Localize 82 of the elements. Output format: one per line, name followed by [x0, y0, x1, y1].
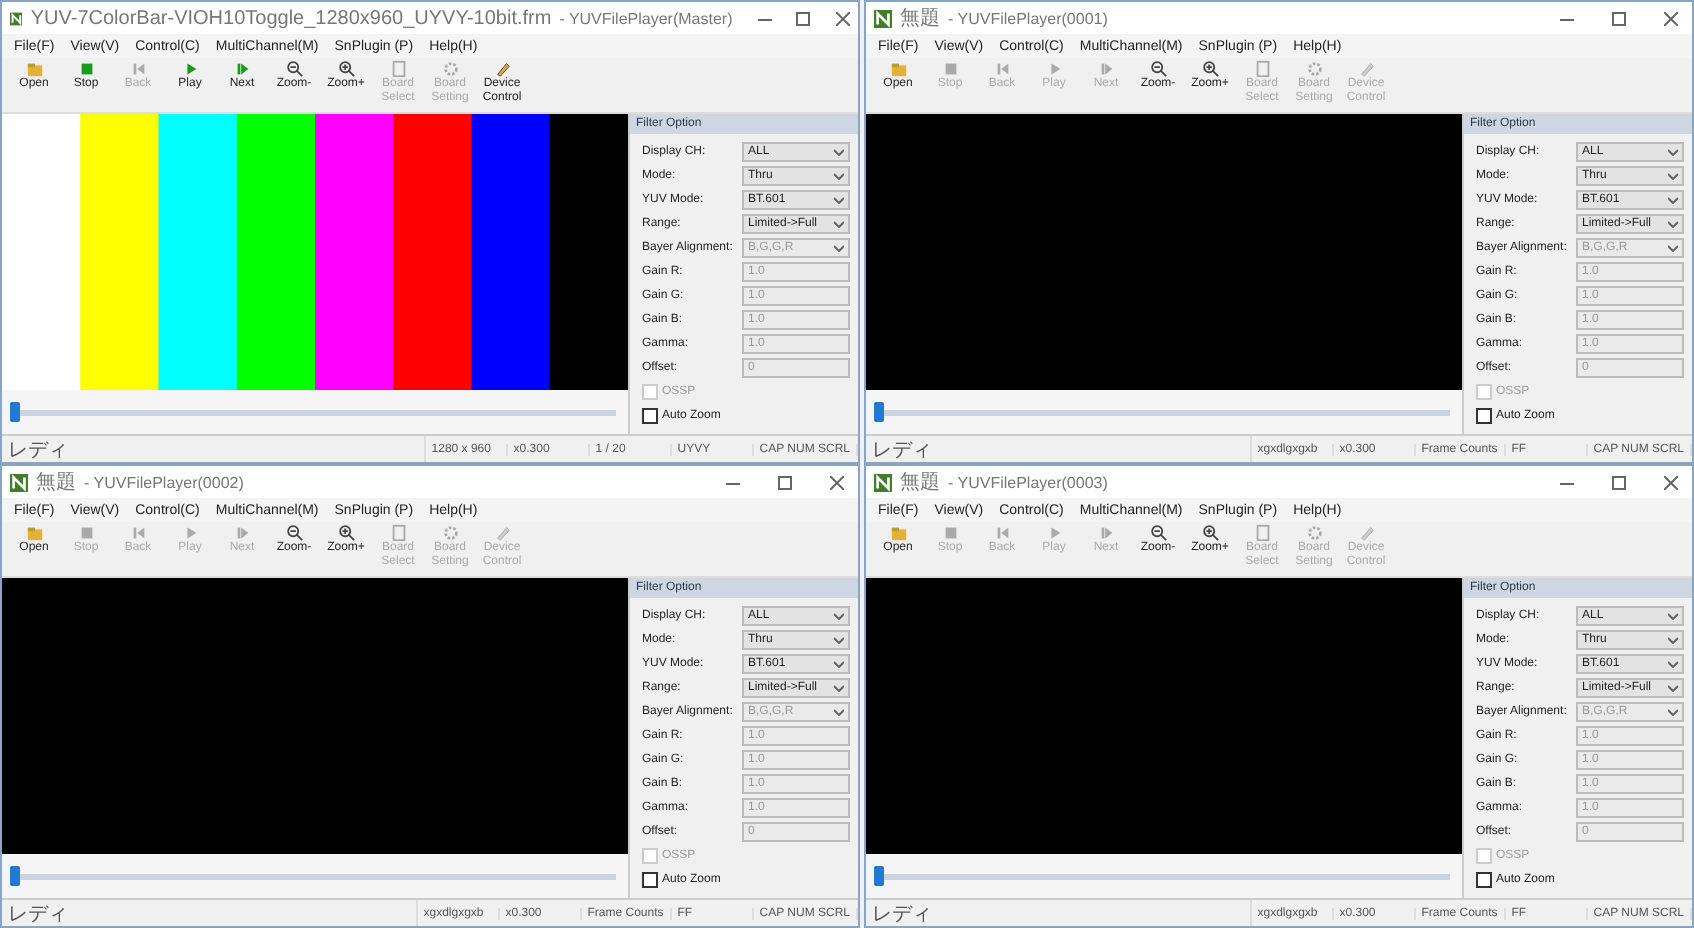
back-icon	[993, 524, 1011, 542]
maximize-icon	[1611, 475, 1625, 489]
slider-thumb[interactable]	[10, 401, 20, 421]
slider-thumb[interactable]	[874, 865, 884, 885]
chevron-down-icon	[1668, 707, 1678, 715]
chevron-down-icon	[834, 195, 844, 203]
chevron-down-icon	[1668, 147, 1678, 155]
chevron-down-icon	[1668, 171, 1678, 179]
board-icon	[389, 524, 407, 542]
gear-icon	[1305, 60, 1323, 78]
app-icon	[10, 473, 28, 491]
app-icon	[874, 473, 892, 491]
window-title: - YUVFilePlayer(0003)	[948, 473, 1108, 491]
zoom-in-icon	[337, 60, 355, 78]
gear-icon	[1305, 524, 1323, 542]
folder-icon	[889, 60, 907, 78]
status-text: レディ	[2, 899, 418, 926]
stop-icon	[941, 524, 959, 542]
chevron-down-icon	[834, 147, 844, 155]
board-icon	[1253, 524, 1271, 542]
back-icon	[129, 60, 147, 78]
gear-icon	[441, 60, 459, 78]
board-icon	[1253, 60, 1271, 78]
folder-icon	[25, 524, 43, 542]
chevron-down-icon	[834, 659, 844, 667]
close-icon	[1663, 11, 1677, 25]
stop-icon	[941, 60, 959, 78]
zoom-in-icon	[1201, 60, 1219, 78]
chevron-down-icon	[834, 171, 844, 179]
gear-icon	[441, 524, 459, 542]
zoom-out-icon	[285, 524, 303, 542]
window-title: - YUVFilePlayer(0001)	[948, 9, 1108, 27]
window-title: 無題	[900, 470, 940, 496]
chevron-down-icon	[1668, 635, 1678, 643]
window-title: 無題	[900, 6, 940, 32]
chevron-down-icon	[1668, 659, 1678, 667]
chevron-down-icon	[834, 243, 844, 251]
zoom-out-icon	[1149, 524, 1167, 542]
stop-icon	[77, 524, 95, 542]
board-icon	[389, 60, 407, 78]
stop-icon	[77, 60, 95, 78]
close-icon	[1663, 475, 1677, 489]
folder-icon	[25, 60, 43, 78]
back-icon	[993, 60, 1011, 78]
chevron-down-icon	[1668, 219, 1678, 227]
slider-thumb[interactable]	[10, 865, 20, 885]
chevron-down-icon	[834, 219, 844, 227]
maximize-icon	[796, 11, 811, 25]
status-text: レディ	[866, 899, 1252, 926]
next-icon	[1097, 524, 1115, 542]
close-icon	[835, 11, 850, 25]
chevron-down-icon	[834, 611, 844, 619]
zoom-out-icon	[285, 60, 303, 78]
chevron-down-icon	[1668, 683, 1678, 691]
app-icon	[874, 9, 892, 27]
maximize-icon	[777, 475, 791, 489]
chevron-down-icon	[834, 707, 844, 715]
chevron-down-icon	[1668, 195, 1678, 203]
window-title: 無題	[36, 470, 76, 496]
window-title: YUV-7ColorBar-VIOH10Toggle_1280x960_UYVY-10bit.frm	[30, 7, 552, 29]
zoom-out-icon	[1149, 60, 1167, 78]
close-icon	[829, 475, 843, 489]
chevron-down-icon	[834, 683, 844, 691]
app-icon	[10, 9, 23, 27]
checkbox[interactable]	[1476, 407, 1492, 423]
maximize-icon	[1611, 11, 1625, 25]
checkbox[interactable]	[1476, 871, 1492, 887]
checkbox[interactable]	[642, 871, 658, 887]
next-icon	[1097, 60, 1115, 78]
slider-thumb[interactable]	[874, 401, 884, 421]
checkbox[interactable]	[642, 407, 658, 423]
chevron-down-icon	[834, 635, 844, 643]
zoom-in-icon	[337, 524, 355, 542]
next-icon	[233, 60, 251, 78]
back-icon	[129, 524, 147, 542]
zoom-in-icon	[1201, 524, 1219, 542]
chevron-down-icon	[1668, 243, 1678, 251]
window-title: - YUVFilePlayer(Master)	[559, 9, 733, 27]
chevron-down-icon	[1668, 611, 1678, 619]
window-title: - YUVFilePlayer(0002)	[84, 473, 244, 491]
next-icon	[233, 524, 251, 542]
folder-icon	[889, 524, 907, 542]
